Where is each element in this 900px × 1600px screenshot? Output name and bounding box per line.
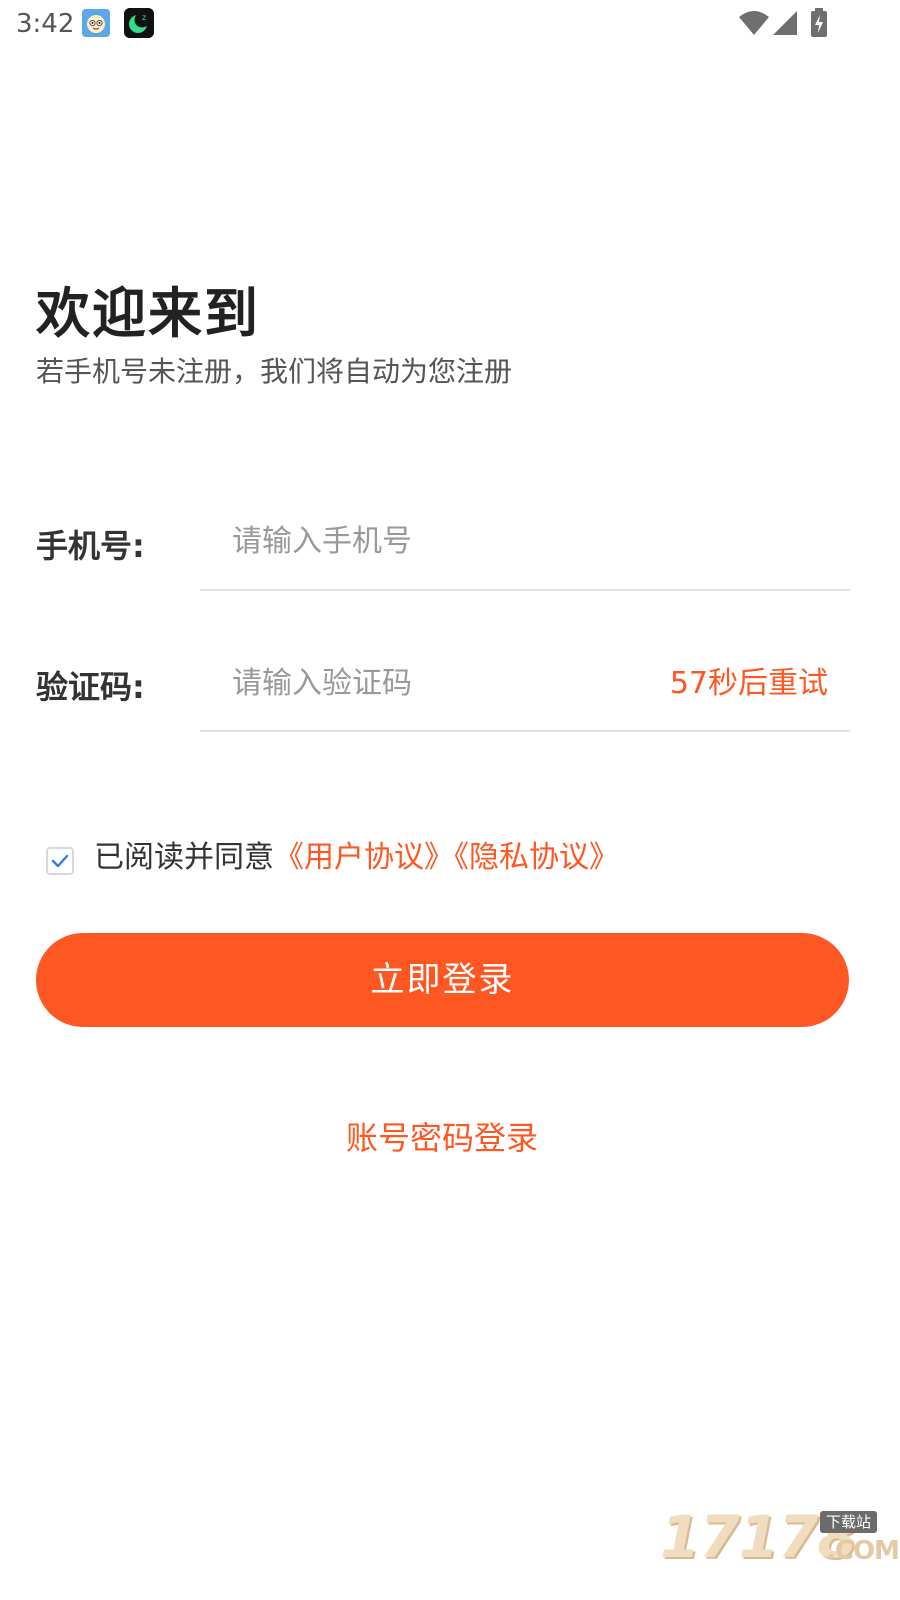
site-watermark-logo: 17178 下载站 .COM (660, 1505, 900, 1569)
status-bar: 3:42 z (0, 0, 900, 48)
page-subtitle: 若手机号未注册，我们将自动为您注册 (36, 355, 513, 388)
code-input[interactable] (232, 661, 612, 705)
user-agreement-link[interactable]: 《用户协议》 (274, 840, 454, 875)
status-time: 3:42 (16, 9, 75, 39)
phone-label: 手机号: (36, 527, 145, 565)
privacy-agreement-link[interactable]: 《隐私协议》 (454, 840, 619, 875)
svg-text:z: z (142, 13, 146, 22)
password-login-link[interactable]: 账号密码登录 (0, 1118, 884, 1158)
agreement-checkbox[interactable] (46, 847, 74, 875)
agreement-prefix: 已阅读并同意 (94, 840, 274, 875)
phone-input[interactable] (232, 519, 632, 563)
code-divider (200, 730, 850, 732)
battery-charging-icon (810, 8, 828, 42)
resend-code-button[interactable]: 57秒后重试 (670, 664, 828, 704)
agreement-text: 已阅读并同意《用户协议》《隐私协议》 (94, 838, 619, 878)
page-title: 欢迎来到 (36, 282, 260, 345)
watermark-domain: .COM (826, 1536, 900, 1566)
wifi-icon (738, 10, 770, 40)
login-button[interactable]: 立即登录 (36, 933, 849, 1027)
signal-icon (772, 10, 798, 40)
code-label: 验证码: (36, 668, 145, 706)
app-face-icon (82, 9, 110, 37)
app-moon-icon: z (124, 8, 154, 38)
phone-divider (200, 589, 850, 591)
watermark-badge: 下载站 (820, 1511, 878, 1533)
checkmark-icon (51, 854, 69, 868)
